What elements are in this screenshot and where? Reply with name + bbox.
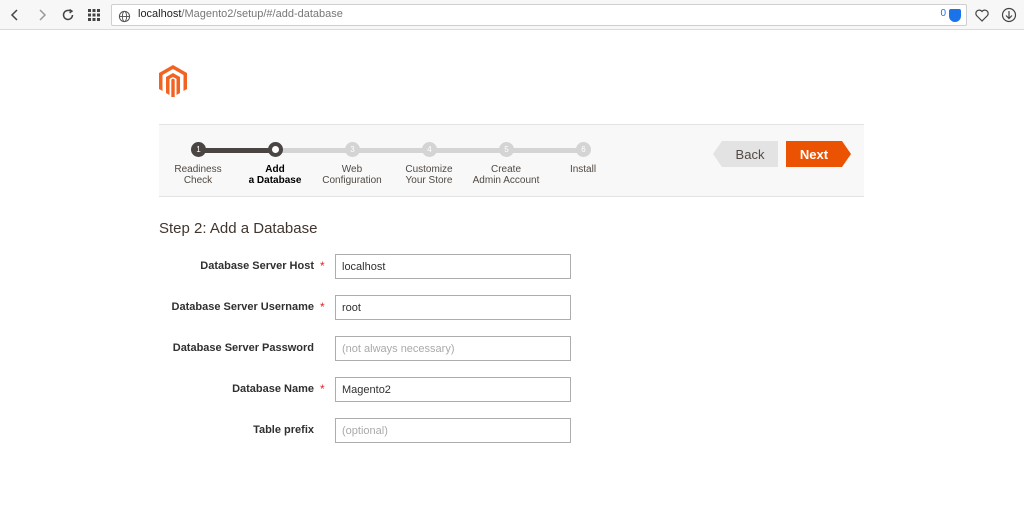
db-host-input[interactable] bbox=[335, 254, 571, 279]
progress-track-done bbox=[198, 148, 275, 153]
step-dot-6: 6 bbox=[576, 142, 591, 157]
required-marker: * bbox=[320, 382, 325, 396]
step-label-install: Install bbox=[569, 164, 597, 175]
next-button[interactable]: Next bbox=[786, 141, 851, 167]
step-dot-2 bbox=[268, 142, 283, 157]
back-arrow-icon[interactable] bbox=[4, 4, 26, 26]
heart-icon[interactable] bbox=[971, 4, 993, 26]
back-button[interactable]: Back bbox=[713, 141, 778, 167]
db-name-input[interactable] bbox=[335, 377, 571, 402]
url-text: localhost/Magento2/setup/#/add-database bbox=[138, 8, 343, 20]
globe-icon bbox=[118, 8, 131, 27]
db-password-label: Database Server Password bbox=[172, 342, 314, 354]
blocker-count: 0 bbox=[940, 8, 946, 19]
reload-icon[interactable] bbox=[57, 4, 79, 26]
db-name-label: Database Name bbox=[232, 383, 314, 395]
apps-grid-icon[interactable] bbox=[83, 4, 105, 26]
step-dot-1: 1 bbox=[191, 142, 206, 157]
required-marker: * bbox=[320, 300, 325, 314]
table-prefix-input[interactable] bbox=[335, 418, 571, 443]
table-prefix-label: Table prefix bbox=[253, 424, 314, 436]
shield-icon[interactable] bbox=[949, 9, 961, 22]
step-dot-3: 3 bbox=[345, 142, 360, 157]
page-title: Step 2: Add a Database bbox=[159, 220, 318, 237]
db-username-label: Database Server Username bbox=[171, 301, 314, 313]
required-marker: * bbox=[320, 259, 325, 273]
db-host-label: Database Server Host bbox=[200, 260, 314, 272]
step-dot-4: 4 bbox=[422, 142, 437, 157]
db-username-input[interactable] bbox=[335, 295, 571, 320]
forward-arrow-icon[interactable] bbox=[31, 4, 53, 26]
step-dot-5: 5 bbox=[499, 142, 514, 157]
browser-toolbar: localhost/Magento2/setup/#/add-database … bbox=[0, 0, 1024, 30]
magento-logo-icon bbox=[159, 65, 187, 98]
address-bar[interactable]: localhost/Magento2/setup/#/add-database … bbox=[111, 4, 967, 26]
download-icon[interactable] bbox=[998, 4, 1020, 26]
db-password-input[interactable] bbox=[335, 336, 571, 361]
